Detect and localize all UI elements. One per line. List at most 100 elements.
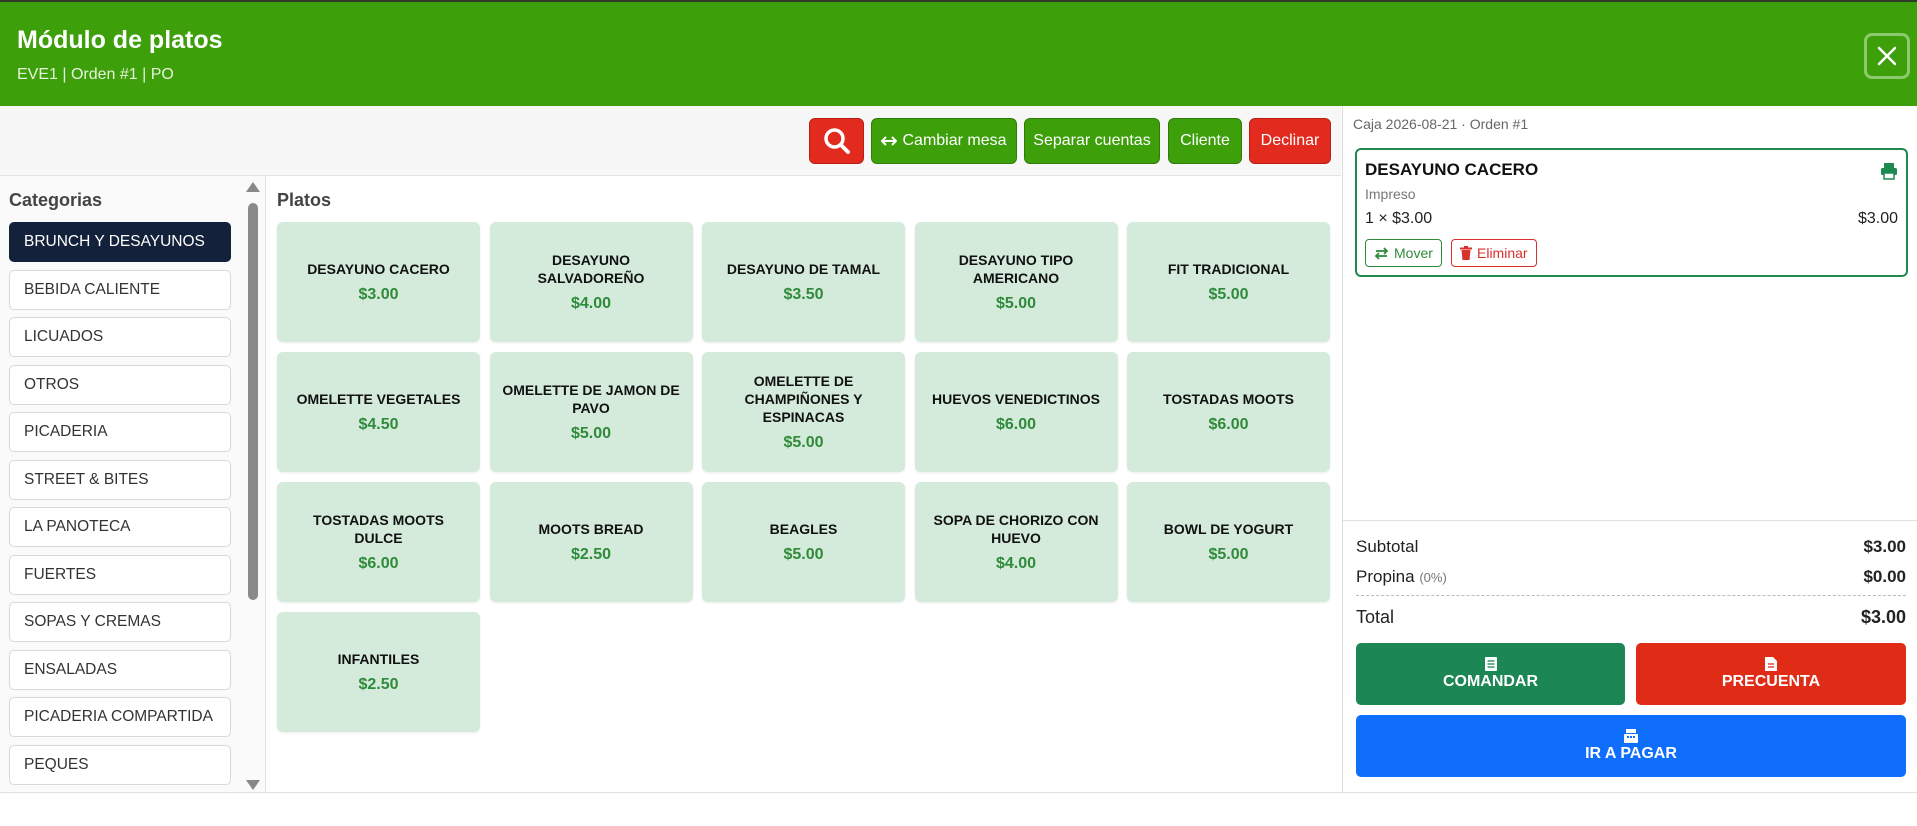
subtotal-label: Subtotal <box>1356 537 1419 556</box>
page-subtitle: EVE1 | Orden #1 | PO <box>17 66 174 83</box>
order-item-card[interactable]: DESAYUNO CACERO Impreso 1 × $3.00 $3.00 … <box>1355 148 1908 277</box>
dish-price: $5.00 <box>995 295 1037 312</box>
dish-name: OMELETTE VEGETALES <box>296 391 461 407</box>
dish-price: $5.00 <box>783 546 824 563</box>
order-item-status: Impreso <box>1365 186 1416 202</box>
category-item[interactable]: PICADERIA COMPARTIDA <box>9 697 231 737</box>
subtotal-row: Subtotal $3.00 <box>1356 537 1906 557</box>
totals-divider <box>1356 595 1906 596</box>
dish-name: MOOTS BREAD <box>538 521 644 537</box>
category-item[interactable]: SOPAS Y CREMAS <box>9 602 231 642</box>
dish-card[interactable]: BOWL DE YOGURT $5.00 <box>1127 482 1330 602</box>
category-item[interactable]: BEBIDA CALIENTE <box>9 269 231 310</box>
category-item[interactable]: ENSALADAS <box>9 649 231 690</box>
print-button[interactable] <box>1880 162 1898 185</box>
dish-name: TOSTADAS MOOTS <box>1163 391 1294 407</box>
exchange-icon <box>1374 246 1389 260</box>
categories-list: BRUNCH Y DESAYUNOS BEBIDA CALIENTE LICUADO… <box>9 222 231 792</box>
declinar-button[interactable]: Declinar <box>1249 118 1331 164</box>
category-item[interactable]: LA PANOTECA <box>9 507 231 547</box>
dish-name: BEAGLES <box>769 521 838 537</box>
dish-card[interactable]: OMELETTE DE JAMON DE PAVO $5.00 <box>489 352 693 472</box>
propina-percent: (0%) <box>1419 570 1447 585</box>
precuenta-label: PRECUENTA <box>1721 673 1821 690</box>
dish-card[interactable]: SOPA DE CHORIZO CON HUEVO $4.00 <box>914 482 1118 602</box>
dish-price: $6.00 <box>1208 416 1249 433</box>
dish-price: $5.00 <box>783 434 824 451</box>
invoice-icon <box>1765 657 1777 671</box>
category-item[interactable]: FUERTES <box>9 554 231 595</box>
close-button[interactable] <box>1864 33 1910 79</box>
caja-info: Caja 2026-08-21 · Orden #1 <box>1353 116 1529 132</box>
move-item-label: Mover <box>1394 245 1433 261</box>
cliente-button[interactable]: Cliente <box>1168 118 1242 164</box>
scroll-down-arrow-icon[interactable] <box>246 780 260 790</box>
totals-section <box>1343 520 1917 521</box>
scroll-thumb[interactable] <box>248 203 258 600</box>
category-item[interactable]: PEQUES <box>9 744 231 785</box>
search-button[interactable] <box>809 118 864 164</box>
dish-name: DESAYUNO CACERO <box>307 261 450 277</box>
dish-price: $5.00 <box>570 425 612 442</box>
receipt-icon <box>1484 657 1497 671</box>
category-item[interactable]: BRUNCH Y DESAYUNOS <box>9 222 231 262</box>
order-panel: Caja 2026-08-21 · Orden #1 DESAYUNO CACE… <box>1342 106 1917 792</box>
category-item[interactable]: OTROS <box>9 364 231 405</box>
order-item-total: $3.00 <box>1857 210 1898 227</box>
separar-cuentas-button[interactable]: Separar cuentas <box>1024 118 1160 164</box>
dish-card[interactable]: TOSTADAS MOOTS $6.00 <box>1127 352 1330 472</box>
separar-cuentas-label: Separar cuentas <box>1033 132 1151 149</box>
dish-price: $4.00 <box>995 555 1037 572</box>
dishes-panel: Platos DESAYUNO CACERO $3.00 DESAYUNO SALV… <box>267 176 1341 792</box>
category-item[interactable]: STREET & BITES <box>9 459 231 500</box>
categories-scrollbar[interactable] <box>244 182 260 790</box>
scroll-up-arrow-icon[interactable] <box>246 182 260 192</box>
search-icon <box>823 128 850 154</box>
printer-icon <box>1881 163 1897 180</box>
order-item-name: DESAYUNO CACERO <box>1365 160 1539 179</box>
dish-name: OMELETTE DE CHAMPIÑONES Y ESPINACAS <box>744 373 863 425</box>
dish-card[interactable]: BEAGLES $5.00 <box>702 482 905 602</box>
toolbar: Cambiar mesa Separar cuentas Cliente Dec… <box>0 106 1341 176</box>
cambiar-mesa-button[interactable]: Cambiar mesa <box>871 118 1017 164</box>
dish-name: OMELETTE DE JAMON DE PAVO <box>502 382 680 416</box>
dish-price: $5.00 <box>1208 286 1249 303</box>
total-label: Total <box>1356 607 1395 627</box>
ir-a-pagar-button[interactable]: IR A PAGAR <box>1356 715 1906 777</box>
category-item[interactable]: PICADERIA <box>9 412 231 452</box>
dish-name: SOPA DE CHORIZO CON HUEVO <box>933 512 1099 546</box>
comandar-label: COMANDAR <box>1442 673 1539 690</box>
delete-item-button[interactable]: Eliminar <box>1451 239 1537 267</box>
page-title: Módulo de platos <box>17 26 223 54</box>
dish-card[interactable]: DESAYUNO SALVADOREÑO $4.00 <box>489 222 693 342</box>
dish-card[interactable]: DESAYUNO DE TAMAL $3.50 <box>702 222 905 342</box>
dish-price: $6.00 <box>358 555 399 572</box>
precuenta-button[interactable]: PRECUENTA <box>1636 643 1906 705</box>
dish-price: $5.00 <box>1208 546 1249 563</box>
comandar-button[interactable]: COMANDAR <box>1356 643 1625 705</box>
ir-a-pagar-label: IR A PAGAR <box>1585 745 1677 762</box>
dish-card[interactable]: OMELETTE DE CHAMPIÑONES Y ESPINACAS $5.00 <box>702 352 905 472</box>
dish-card[interactable]: FIT TRADICIONAL $5.00 <box>1127 222 1330 342</box>
dish-name: DESAYUNO DE TAMAL <box>726 261 881 277</box>
propina-label: Propina <box>1356 567 1415 586</box>
dish-card[interactable]: OMELETTE VEGETALES $4.50 <box>277 352 480 472</box>
trash-icon <box>1460 246 1472 260</box>
dish-card[interactable]: DESAYUNO TIPO AMERICANO $5.00 <box>914 222 1118 342</box>
total-row: Total $3.00 <box>1356 607 1906 628</box>
dish-card[interactable]: INFANTILES $2.50 <box>277 612 480 732</box>
total-value: $3.00 <box>1860 607 1906 627</box>
dish-card[interactable]: HUEVOS VENEDICTINOS $6.00 <box>914 352 1118 472</box>
dish-price: $4.00 <box>570 295 612 312</box>
dish-price: $2.50 <box>358 676 399 693</box>
category-item[interactable]: LICUADOS <box>9 317 231 357</box>
dish-price: $3.50 <box>783 286 824 303</box>
dish-card[interactable]: TOSTADAS MOOTS DULCE $6.00 <box>277 482 480 602</box>
cash-register-icon <box>1624 729 1638 743</box>
dishes-title: Platos <box>277 190 332 210</box>
declinar-label: Declinar <box>1260 132 1320 149</box>
move-item-button[interactable]: Mover <box>1365 239 1442 267</box>
dish-card[interactable]: DESAYUNO CACERO $3.00 <box>277 222 480 342</box>
dish-card[interactable]: MOOTS BREAD $2.50 <box>489 482 693 602</box>
dish-name: DESAYUNO TIPO AMERICANO <box>958 252 1074 286</box>
